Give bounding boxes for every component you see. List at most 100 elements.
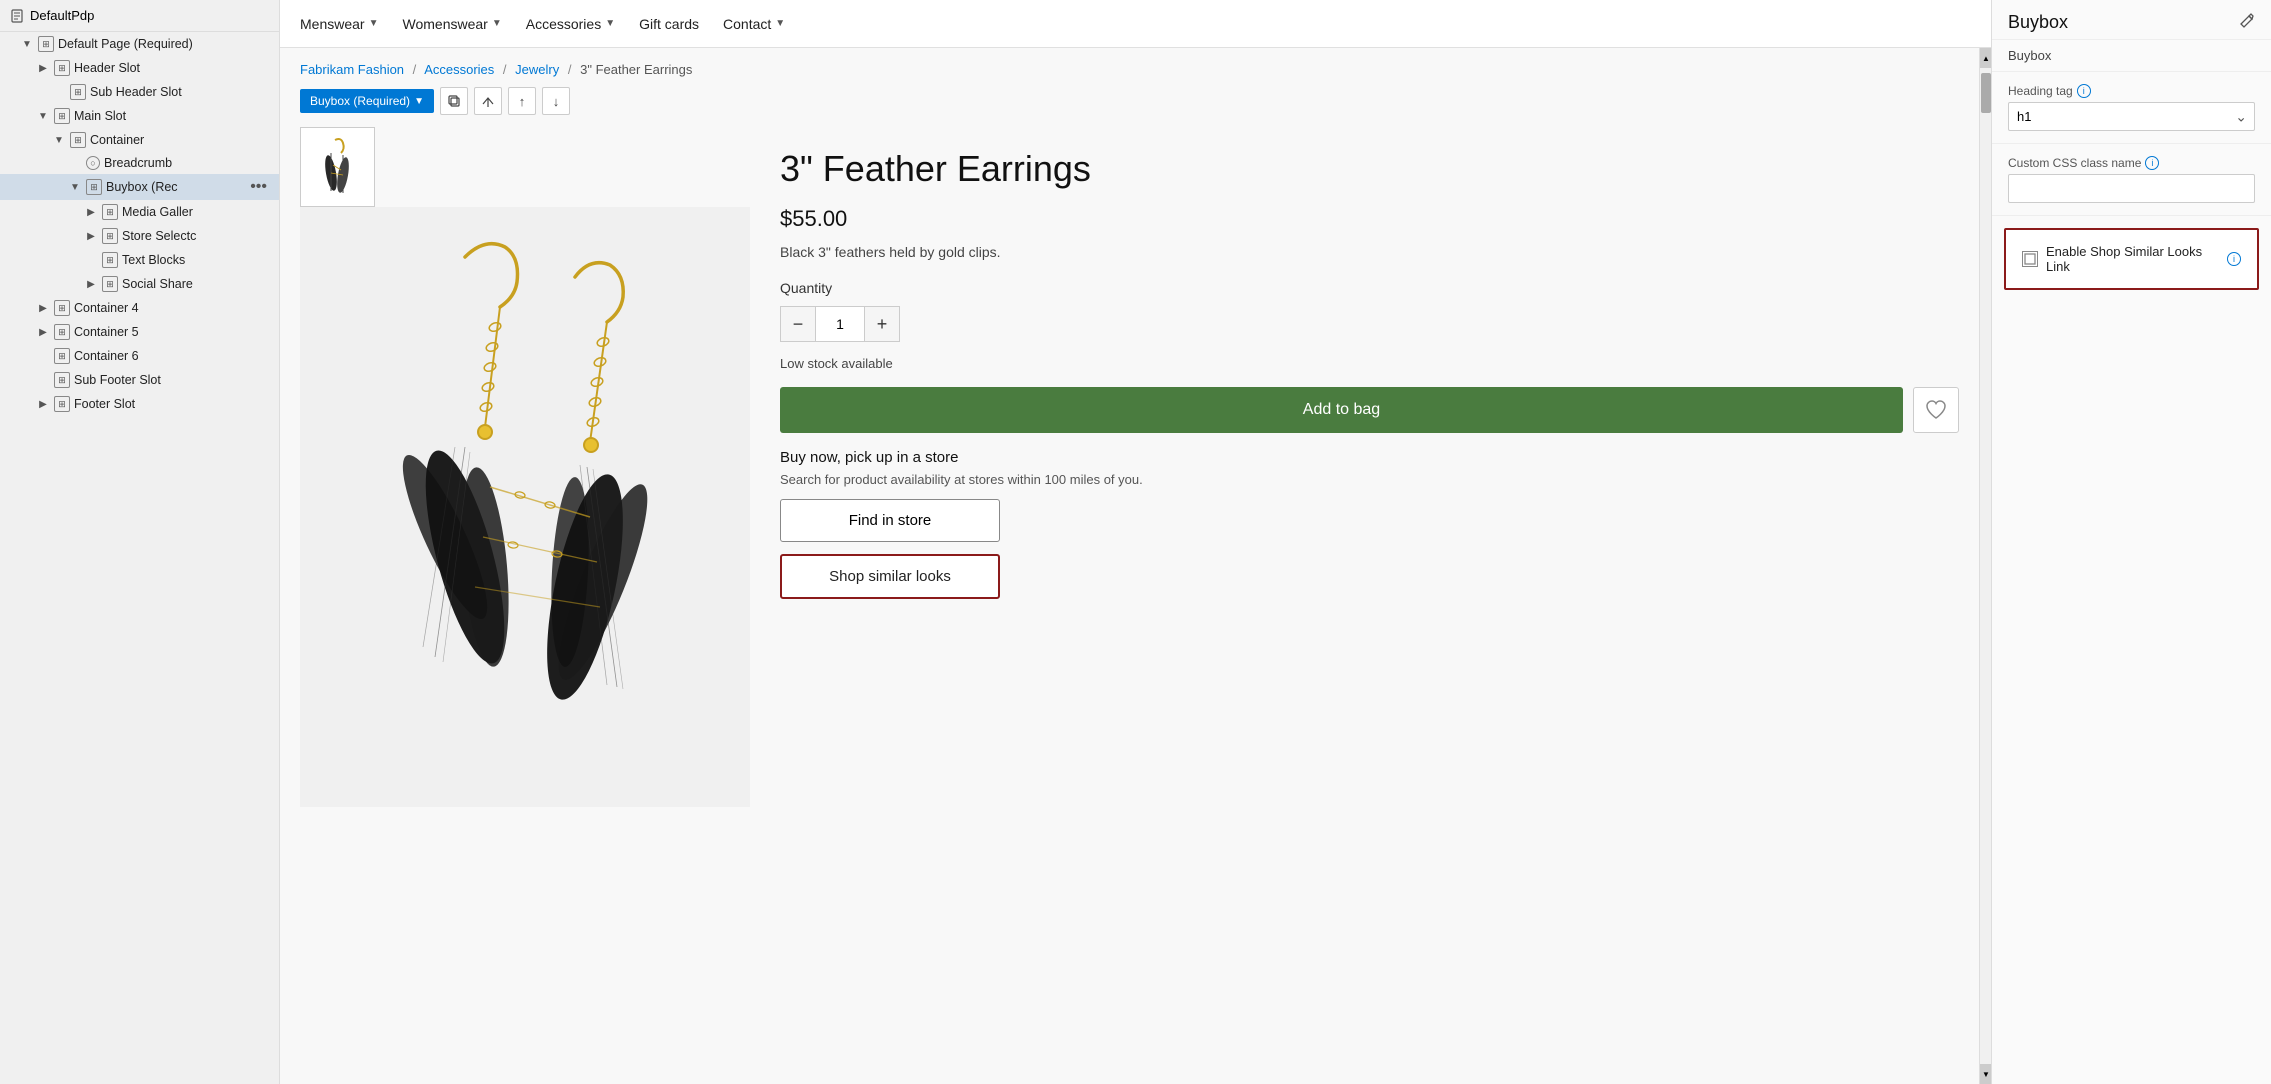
edit-button[interactable] bbox=[2239, 12, 2255, 33]
buybox-required-button[interactable]: Buybox (Required) ▼ bbox=[300, 89, 434, 113]
tree-item-footer-slot[interactable]: ▶ ⊞ Footer Slot bbox=[0, 392, 279, 416]
tree-item-main-slot[interactable]: ▼ ⊞ Main Slot bbox=[0, 104, 279, 128]
heading-tag-select[interactable]: h1 h2 h3 h4 h5 h6 bbox=[2008, 102, 2255, 131]
chevron-right-icon: ▶ bbox=[36, 399, 50, 410]
copy-icon bbox=[447, 94, 461, 108]
breadcrumb-current: 3" Feather Earrings bbox=[580, 62, 692, 77]
chevron-down-icon: ▼ bbox=[68, 182, 82, 193]
tree-item-container-4[interactable]: ▶ ⊞ Container 4 bbox=[0, 296, 279, 320]
chevron-down-icon: ▼ bbox=[52, 135, 66, 146]
center-panel: Menswear ▼ Womenswear ▼ Accessories ▼ Gi… bbox=[280, 0, 1991, 1084]
tree-item-text-blocks[interactable]: ▶ ⊞ Text Blocks bbox=[0, 248, 279, 272]
tree-item-buybox-rec[interactable]: ▼ ⊞ Buybox (Rec ••• bbox=[0, 174, 279, 200]
more-options-button[interactable]: ••• bbox=[246, 178, 271, 196]
custom-css-input[interactable] bbox=[2008, 174, 2255, 203]
nav-menswear[interactable]: Menswear ▼ bbox=[300, 2, 379, 46]
enable-shop-checkbox[interactable] bbox=[2022, 251, 2038, 267]
tree-item-media-gallery[interactable]: ▶ ⊞ Media Galler bbox=[0, 200, 279, 224]
product-thumbnail[interactable] bbox=[300, 127, 375, 207]
left-panel-title: DefaultPdp bbox=[30, 8, 94, 23]
chevron-down-icon: ▼ bbox=[414, 96, 424, 107]
store-icon: ⊞ bbox=[102, 228, 118, 244]
slot-icon: ⊞ bbox=[54, 396, 70, 412]
export-button[interactable] bbox=[474, 87, 502, 115]
export-icon bbox=[481, 94, 495, 108]
right-panel-title: Buybox bbox=[2008, 12, 2068, 33]
scroll-track[interactable] bbox=[1980, 68, 1991, 1064]
find-in-store-button[interactable]: Find in store bbox=[780, 499, 1000, 542]
add-to-bag-row: Add to bag bbox=[780, 387, 1959, 433]
tree-label: Footer Slot bbox=[74, 397, 135, 411]
slot-icon: ⊞ bbox=[54, 60, 70, 76]
tree-item-header-slot[interactable]: ▶ ⊞ Header Slot bbox=[0, 56, 279, 80]
slot-icon: ⊞ bbox=[54, 372, 70, 388]
tree-item-container-5[interactable]: ▶ ⊞ Container 5 bbox=[0, 320, 279, 344]
tree-item-store-select[interactable]: ▶ ⊞ Store Selectc bbox=[0, 224, 279, 248]
product-info: 3" Feather Earrings $55.00 Black 3" feat… bbox=[780, 127, 1959, 807]
nav-accessories-label: Accessories bbox=[526, 16, 601, 32]
custom-css-label: Custom CSS class name i bbox=[2008, 156, 2255, 170]
shop-similar-looks-button[interactable]: Shop similar looks bbox=[780, 554, 1000, 599]
add-to-bag-button[interactable]: Add to bag bbox=[780, 387, 1903, 433]
nav-gift-cards[interactable]: Gift cards bbox=[639, 2, 699, 46]
pickup-description: Search for product availability at store… bbox=[780, 472, 1959, 487]
container-icon: ⊞ bbox=[54, 324, 70, 340]
custom-css-info-icon[interactable]: i bbox=[2145, 156, 2159, 170]
tree-label: Text Blocks bbox=[122, 253, 185, 267]
buybox-button-label: Buybox (Required) bbox=[310, 94, 410, 108]
nav-accessories[interactable]: Accessories ▼ bbox=[526, 2, 615, 46]
right-panel-subtitle: Buybox bbox=[1992, 40, 2271, 72]
container-icon: ⊞ bbox=[54, 348, 70, 364]
tree-label: Container 6 bbox=[74, 349, 139, 363]
nav-contact[interactable]: Contact ▼ bbox=[723, 2, 785, 46]
breadcrumb-sep: / bbox=[503, 62, 507, 77]
scroll-up-button[interactable]: ▲ bbox=[1980, 48, 1991, 68]
tree-item-default-page[interactable]: ▼ ⊞ Default Page (Required) bbox=[0, 32, 279, 56]
enable-shop-info-icon[interactable]: i bbox=[2227, 252, 2241, 266]
product-area: 3" Feather Earrings $55.00 Black 3" feat… bbox=[280, 127, 1979, 827]
up-arrow-icon: ↑ bbox=[519, 94, 526, 109]
move-down-button[interactable]: ↓ bbox=[542, 87, 570, 115]
tree-item-breadcrumb[interactable]: ▶ ○ Breadcrumb bbox=[0, 152, 279, 174]
quantity-increase-button[interactable]: + bbox=[864, 306, 900, 342]
slot-icon: ⊞ bbox=[70, 84, 86, 100]
quantity-decrease-button[interactable]: − bbox=[780, 306, 816, 342]
heading-tag-info-icon[interactable]: i bbox=[2077, 84, 2091, 98]
pencil-icon bbox=[2239, 12, 2255, 28]
nav-menswear-label: Menswear bbox=[300, 16, 365, 32]
scroll-down-button[interactable]: ▼ bbox=[1980, 1064, 1991, 1084]
breadcrumb-accessories-link[interactable]: Accessories bbox=[424, 62, 494, 77]
breadcrumb-home-link[interactable]: Fabrikam Fashion bbox=[300, 62, 404, 77]
wishlist-button[interactable] bbox=[1913, 387, 1959, 433]
nav-contact-label: Contact bbox=[723, 16, 771, 32]
copy-button[interactable] bbox=[440, 87, 468, 115]
pickup-title: Buy now, pick up in a store bbox=[780, 449, 1959, 466]
nav-gift-cards-label: Gift cards bbox=[639, 16, 699, 32]
vertical-scrollbar[interactable]: ▲ ▼ bbox=[1979, 48, 1991, 1084]
move-up-button[interactable]: ↑ bbox=[508, 87, 536, 115]
tree-label: Sub Footer Slot bbox=[74, 373, 161, 387]
breadcrumb-sep: / bbox=[413, 62, 417, 77]
tree-item-container[interactable]: ▼ ⊞ Container bbox=[0, 128, 279, 152]
tree-item-sub-header-slot[interactable]: ▶ ⊞ Sub Header Slot bbox=[0, 80, 279, 104]
container-icon: ⊞ bbox=[70, 132, 86, 148]
chevron-right-icon: ▶ bbox=[84, 231, 98, 242]
social-icon: ⊞ bbox=[102, 276, 118, 292]
tree-item-social-share[interactable]: ▶ ⊞ Social Share bbox=[0, 272, 279, 296]
breadcrumb-jewelry-link[interactable]: Jewelry bbox=[515, 62, 559, 77]
tree-item-sub-footer-slot[interactable]: ▶ ⊞ Sub Footer Slot bbox=[0, 368, 279, 392]
enable-shop-label: Enable Shop Similar Looks Link bbox=[2046, 244, 2219, 274]
checkbox-icon bbox=[2024, 253, 2036, 265]
tree-label: Container 4 bbox=[74, 301, 139, 315]
text-icon: ⊞ bbox=[102, 252, 118, 268]
tree-item-container-6[interactable]: ▶ ⊞ Container 6 bbox=[0, 344, 279, 368]
chevron-down-icon: ▼ bbox=[20, 39, 34, 50]
quantity-value: 1 bbox=[816, 306, 864, 342]
quantity-control: − 1 + bbox=[780, 306, 1959, 342]
product-main-image bbox=[300, 207, 750, 807]
tree-label: Container 5 bbox=[74, 325, 139, 339]
nav-womenswear[interactable]: Womenswear ▼ bbox=[403, 2, 502, 46]
tree-label: Header Slot bbox=[74, 61, 140, 75]
nav-womenswear-label: Womenswear bbox=[403, 16, 488, 32]
buybox-icon: ⊞ bbox=[86, 179, 102, 195]
